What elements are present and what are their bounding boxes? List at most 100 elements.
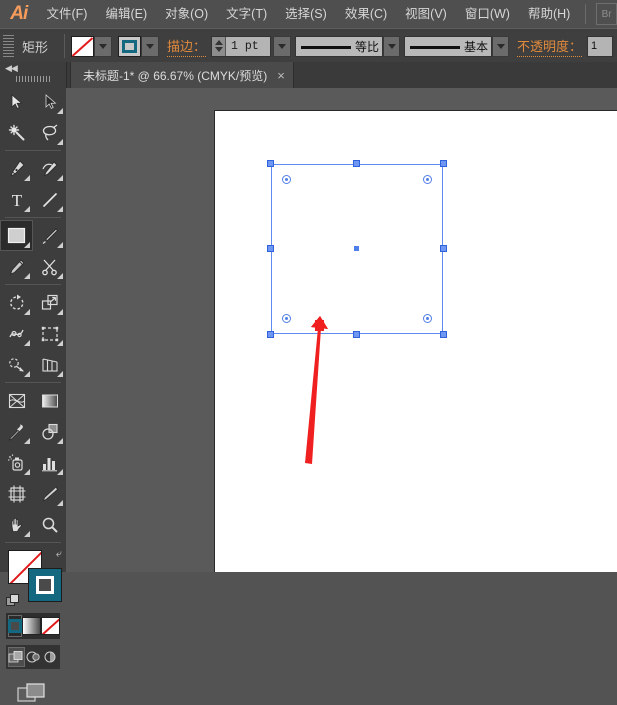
- perspective-grid-tool[interactable]: [33, 349, 66, 380]
- default-fill-stroke-icon[interactable]: [6, 594, 20, 607]
- stroke-profile-combo[interactable]: 等比: [295, 35, 401, 57]
- handle-bottom-left[interactable]: [267, 331, 274, 338]
- menu-file[interactable]: 文件(F): [37, 0, 96, 28]
- direct-selection-tool[interactable]: [33, 86, 66, 117]
- brush-definition-dropdown-button[interactable]: [492, 35, 510, 57]
- selected-rectangle[interactable]: [267, 160, 447, 338]
- menu-select[interactable]: 选择(S): [276, 0, 336, 28]
- pen-tool[interactable]: [0, 153, 33, 184]
- stroke-weight-stepper[interactable]: 1 pt: [211, 35, 272, 57]
- menu-type[interactable]: 文字(T): [217, 0, 276, 28]
- tool-flyout-indicator[interactable]: [57, 500, 63, 506]
- handle-top-right[interactable]: [440, 160, 447, 167]
- magic-wand-tool[interactable]: [0, 117, 33, 148]
- handle-middle-left[interactable]: [267, 245, 274, 252]
- live-corner-bottom-left[interactable]: [282, 314, 291, 323]
- stepper-arrows[interactable]: [212, 36, 227, 56]
- stroke-dropdown-button[interactable]: [141, 35, 160, 57]
- draw-normal-button[interactable]: [8, 647, 25, 667]
- live-corner-top-left[interactable]: [282, 175, 291, 184]
- handle-top-center[interactable]: [353, 160, 360, 167]
- pencil-tool[interactable]: [0, 251, 33, 282]
- tool-flyout-indicator[interactable]: [24, 273, 30, 279]
- type-tool[interactable]: T: [0, 184, 33, 215]
- menu-edit[interactable]: 编辑(E): [96, 0, 156, 28]
- control-bar-grip[interactable]: [3, 35, 14, 57]
- stepper-down-icon[interactable]: [214, 47, 223, 52]
- document-tab[interactable]: 未标题-1* @ 66.67% (CMYK/预览) ×: [70, 62, 294, 88]
- stepper-up-icon[interactable]: [214, 40, 223, 45]
- hand-tool[interactable]: [0, 509, 33, 540]
- bridge-button[interactable]: Br: [596, 3, 617, 25]
- color-mode-none-button[interactable]: [41, 615, 60, 637]
- brush-definition-box[interactable]: 基本: [404, 35, 493, 57]
- rectangle-tool[interactable]: [0, 220, 33, 251]
- tool-flyout-indicator[interactable]: [57, 340, 63, 346]
- tool-flyout-indicator[interactable]: [57, 139, 63, 145]
- scale-tool[interactable]: [33, 287, 66, 318]
- menu-effect[interactable]: 效果(C): [336, 0, 396, 28]
- stroke-weight-label[interactable]: 描边：: [167, 36, 207, 57]
- shape-builder-tool[interactable]: [0, 349, 33, 380]
- menu-view[interactable]: 视图(V): [396, 0, 456, 28]
- stroke-profile-box[interactable]: 等比: [295, 35, 384, 57]
- selection-tool[interactable]: [0, 86, 33, 117]
- brush-definition-combo[interactable]: 基本: [404, 35, 510, 57]
- opacity-label[interactable]: 不透明度：: [517, 36, 583, 57]
- tool-flyout-indicator[interactable]: [24, 206, 30, 212]
- tool-flyout-indicator[interactable]: [57, 469, 63, 475]
- handle-top-left[interactable]: [267, 160, 274, 167]
- lasso-tool[interactable]: [33, 117, 66, 148]
- panel-stroke-swatch[interactable]: [28, 568, 62, 602]
- tool-flyout-indicator[interactable]: [57, 273, 63, 279]
- tools-panel-grip[interactable]: [16, 76, 50, 82]
- gradient-tool[interactable]: [33, 385, 66, 416]
- stroke-swatch[interactable]: [118, 35, 142, 57]
- menu-window[interactable]: 窗口(W): [456, 0, 519, 28]
- tool-flyout-indicator[interactable]: [24, 340, 30, 346]
- menu-help[interactable]: 帮助(H): [519, 0, 579, 28]
- tool-flyout-indicator[interactable]: [24, 242, 30, 248]
- tool-flyout-indicator[interactable]: [57, 309, 63, 315]
- tool-flyout-indicator[interactable]: [57, 371, 63, 377]
- scissors-tool[interactable]: [33, 251, 66, 282]
- tool-flyout-indicator[interactable]: [24, 531, 30, 537]
- swap-fill-stroke-icon[interactable]: ⤶: [56, 548, 62, 561]
- blend-tool[interactable]: [33, 416, 66, 447]
- canvas-area[interactable]: [66, 88, 617, 572]
- stroke-weight-input[interactable]: 1 pt: [226, 36, 271, 56]
- width-tool[interactable]: [0, 318, 33, 349]
- column-graph-tool[interactable]: [33, 447, 66, 478]
- rotate-tool[interactable]: [0, 287, 33, 318]
- slice-tool[interactable]: [33, 478, 66, 509]
- stroke-weight-dropdown-button[interactable]: [273, 35, 292, 57]
- tool-flyout-indicator[interactable]: [24, 175, 30, 181]
- tool-flyout-indicator[interactable]: [24, 371, 30, 377]
- tool-flyout-indicator[interactable]: [57, 242, 63, 248]
- add-anchor-point-tool[interactable]: [33, 153, 66, 184]
- fill-swatch-group[interactable]: [71, 35, 113, 57]
- draw-behind-button[interactable]: [25, 647, 42, 667]
- live-corner-top-right[interactable]: [423, 175, 432, 184]
- tool-flyout-indicator[interactable]: [24, 469, 30, 475]
- symbol-sprayer-tool[interactable]: [0, 447, 33, 478]
- free-transform-tool[interactable]: [33, 318, 66, 349]
- paintbrush-tool[interactable]: [33, 220, 66, 251]
- handle-bottom-center[interactable]: [353, 331, 360, 338]
- color-mode-gradient-button[interactable]: [22, 615, 41, 637]
- color-mode-color-button[interactable]: [8, 615, 22, 637]
- menu-object[interactable]: 对象(O): [156, 0, 217, 28]
- artboard-tool[interactable]: [0, 478, 33, 509]
- live-corner-bottom-right[interactable]: [423, 314, 432, 323]
- stroke-profile-dropdown-button[interactable]: [383, 35, 401, 57]
- tool-flyout-indicator[interactable]: [57, 175, 63, 181]
- screen-mode-button[interactable]: [0, 681, 66, 705]
- eyedropper-tool[interactable]: [0, 416, 33, 447]
- fill-dropdown-button[interactable]: [94, 35, 113, 57]
- handle-bottom-right[interactable]: [440, 331, 447, 338]
- handle-middle-right[interactable]: [440, 245, 447, 252]
- tool-flyout-indicator[interactable]: [24, 438, 30, 444]
- draw-inside-button[interactable]: [41, 647, 58, 667]
- tool-flyout-indicator[interactable]: [57, 206, 63, 212]
- stroke-swatch-group[interactable]: [118, 35, 160, 57]
